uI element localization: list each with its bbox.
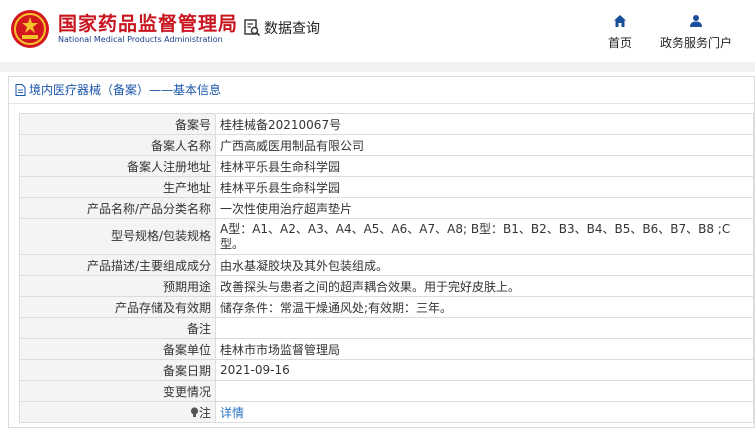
nav-home[interactable]: 首页	[600, 14, 640, 51]
table-row: 备注	[19, 317, 754, 339]
field-label: 备案号	[19, 113, 216, 135]
nav-home-label: 首页	[607, 36, 632, 50]
field-value: 桂林市市场监督管理局	[215, 338, 754, 360]
national-emblem-logo[interactable]	[10, 9, 50, 49]
table-row: 生产地址 桂林平乐县生命科学园	[19, 176, 754, 198]
site-header: 国家药品监督管理局 National Medical Products Admi…	[0, 0, 755, 62]
field-label: 备案人名称	[19, 134, 216, 156]
table-row: 预期用途 改善探头与患者之间的超声耦合效果。用于完好皮肤上。	[19, 275, 754, 297]
field-label: 产品描述/主要组成成分	[19, 254, 216, 276]
field-value	[215, 317, 754, 339]
document-search-icon	[244, 19, 261, 37]
data-query-link[interactable]: 数据查询	[243, 18, 320, 38]
brand-title-en: National Medical Products Administration	[58, 35, 223, 44]
field-value: 广西高威医用制品有限公司	[215, 134, 754, 156]
field-label: 备案日期	[19, 359, 216, 381]
nav-service-label: 政务服务门户	[659, 36, 732, 50]
field-label: 生产地址	[19, 176, 216, 198]
note-label: 注	[19, 401, 216, 423]
field-value: 2021-09-16	[215, 359, 754, 381]
detail-panel: 境内医疗器械（备案）——基本信息 备案号 桂桂械备20210067号 备案人名称…	[8, 76, 755, 428]
field-label: 产品存储及有效期	[19, 296, 216, 318]
table-row: 备案日期 2021-09-16	[19, 359, 754, 381]
field-label: 备案人注册地址	[19, 155, 216, 177]
field-label: 备注	[19, 317, 216, 339]
table-row: 备案号 桂桂械备20210067号	[19, 113, 754, 135]
table-row: 产品名称/产品分类名称 一次性使用治疗超声垫片	[19, 197, 754, 219]
field-value: 桂林平乐县生命科学园	[215, 155, 754, 177]
table-row: 备案人注册地址 桂林平乐县生命科学园	[19, 155, 754, 177]
field-value: 桂林平乐县生命科学园	[215, 176, 754, 198]
table-row: 产品描述/主要组成成分 由水基凝胶块及其外包装组成。	[19, 254, 754, 276]
table-row: 变更情况	[19, 380, 754, 402]
panel-title-text: 境内医疗器械（备案）——基本信息	[29, 83, 222, 97]
nav-service-portal[interactable]: 政务服务门户	[656, 14, 736, 51]
field-label: 备案单位	[19, 338, 216, 360]
field-label: 变更情况	[19, 380, 216, 402]
document-icon	[15, 84, 26, 96]
field-label: 型号规格/包装规格	[19, 218, 216, 255]
table-row: 备案单位 桂林市市场监督管理局	[19, 338, 754, 360]
note-value: 详情	[215, 401, 754, 423]
note-row: 注 详情	[19, 401, 754, 423]
field-value: A型：A1、A2、A3、A4、A5、A6、A7、A8; B型：B1、B2、B3、…	[215, 218, 754, 255]
panel-title: 境内医疗器械（备案）——基本信息	[9, 77, 754, 104]
field-value: 一次性使用治疗超声垫片	[215, 197, 754, 219]
table-row: 型号规格/包装规格 A型：A1、A2、A3、A4、A5、A6、A7、A8; B型…	[19, 218, 754, 255]
field-value: 桂桂械备20210067号	[215, 113, 754, 135]
user-icon	[690, 15, 702, 27]
header-divider	[0, 62, 755, 72]
field-label: 预期用途	[19, 275, 216, 297]
field-value: 改善探头与患者之间的超声耦合效果。用于完好皮肤上。	[215, 275, 754, 297]
details-link[interactable]: 详情	[220, 406, 244, 420]
brand-title-cn: 国家药品监督管理局	[58, 13, 239, 35]
home-icon	[614, 15, 626, 27]
data-query-label: 数据查询	[264, 21, 320, 37]
basic-info-table: 备案号 桂桂械备20210067号 备案人名称 广西高威医用制品有限公司 备案人…	[19, 113, 754, 423]
lightbulb-icon	[190, 406, 199, 417]
field-value	[215, 380, 754, 402]
table-row: 备案人名称 广西高威医用制品有限公司	[19, 134, 754, 156]
field-value: 由水基凝胶块及其外包装组成。	[215, 254, 754, 276]
note-label-text: 注	[198, 405, 211, 420]
field-value: 储存条件：常温干燥通风处;有效期：三年。	[215, 296, 754, 318]
table-row: 产品存储及有效期 储存条件：常温干燥通风处;有效期：三年。	[19, 296, 754, 318]
field-label: 产品名称/产品分类名称	[19, 197, 216, 219]
